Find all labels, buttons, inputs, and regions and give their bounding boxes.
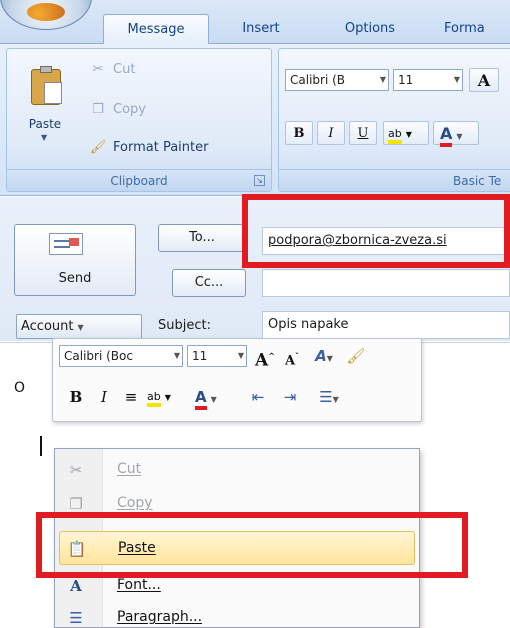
chevron-down-icon: ▼: [210, 395, 217, 404]
subject-label: Subject:: [158, 318, 211, 333]
grow-font-button[interactable]: A: [469, 68, 499, 92]
underline-button[interactable]: U: [349, 121, 377, 145]
cc-button[interactable]: Cc...: [172, 269, 246, 297]
clipboard-group: Paste ▼ ✂ Cut ❐ Copy 🖌 Format Painter Clipb…: [6, 48, 272, 192]
tab-insert[interactable]: Insert: [226, 14, 296, 44]
highlight-button[interactable]: ab ▼: [383, 121, 429, 145]
mini-font-color-button[interactable]: A ▼: [195, 385, 237, 410]
paste-highlight: [36, 512, 468, 578]
mini-bold-button[interactable]: B: [65, 385, 87, 409]
menu-item-cut[interactable]: ✂ Cut: [59, 453, 415, 487]
font-name-combo[interactable]: Calibri (B ▼: [285, 69, 389, 91]
font-icon: A: [70, 577, 82, 595]
tab-format[interactable]: Forma: [444, 14, 510, 44]
basic-text-group-label: Basic Te: [279, 169, 510, 191]
italic-button[interactable]: I: [317, 121, 345, 145]
cut-button[interactable]: ✂ Cut: [89, 59, 136, 81]
format-painter-button[interactable]: 🖌 Format Painter: [89, 137, 209, 159]
tab-message[interactable]: Message: [103, 14, 209, 45]
send-envelope-icon: [49, 233, 83, 255]
align-center-icon[interactable]: ≡: [119, 385, 143, 409]
ribbon: Paste ▼ ✂ Cut ❐ Copy 🖌 Format Painter Clipb…: [0, 44, 510, 196]
text-effects-icon[interactable]: A▼: [309, 344, 339, 368]
mini-shrink-font-button[interactable]: Aˇ: [281, 344, 303, 368]
send-button[interactable]: Send: [14, 224, 136, 296]
tab-options[interactable]: Options: [322, 14, 418, 44]
chevron-down-icon: ▼: [237, 351, 244, 360]
scissors-icon: ✂: [92, 62, 104, 77]
chevron-down-icon: ▼: [379, 75, 386, 84]
decrease-indent-icon[interactable]: ⇤: [245, 385, 271, 409]
chevron-down-icon: ▼: [453, 75, 460, 84]
ribbon-tab-strip: Message Insert Options Forma: [0, 0, 510, 45]
mini-grow-font-button[interactable]: A^: [253, 344, 277, 371]
chevron-down-icon: ▼: [41, 133, 48, 142]
text-cursor: [40, 436, 42, 456]
copy-icon: ❐: [69, 495, 83, 513]
mini-italic-button[interactable]: I: [93, 385, 115, 409]
increase-indent-icon[interactable]: ⇥: [277, 385, 303, 409]
clipboard-group-label: Clipboard: [7, 169, 271, 191]
chevron-down-icon: ▼: [456, 132, 463, 141]
chevron-down-icon: ▼: [173, 351, 180, 360]
chevron-down-icon: ▼: [77, 323, 84, 332]
paragraph-icon: ☰: [69, 609, 83, 627]
copy-icon: ❐: [92, 102, 104, 117]
chevron-down-icon: ▼: [405, 130, 412, 139]
bullets-icon[interactable]: ☰▼: [309, 385, 349, 409]
cc-field[interactable]: [262, 269, 510, 297]
to-button[interactable]: To...: [158, 224, 246, 252]
paste-button[interactable]: Paste ▼: [15, 63, 75, 143]
mini-size-combo[interactable]: 11 ▼: [187, 345, 247, 367]
body-text: O: [14, 380, 26, 396]
dialog-launcher-icon[interactable]: ↘: [254, 175, 265, 186]
font-size-combo[interactable]: 11 ▼: [393, 69, 463, 91]
paintbrush-icon[interactable]: 🖌: [345, 344, 367, 368]
subject-field[interactable]: Opis napake: [262, 311, 510, 339]
mini-font-combo[interactable]: Calibri (Boc ▼: [59, 345, 183, 367]
copy-button[interactable]: ❐ Copy: [89, 99, 146, 121]
office-orb-icon[interactable]: [0, 0, 92, 30]
font-color-button[interactable]: A ▼: [433, 121, 479, 147]
chevron-down-icon: ▼: [164, 393, 171, 402]
mini-highlight-button[interactable]: ab ▼: [147, 385, 189, 409]
to-field-highlight: [242, 194, 510, 268]
paintbrush-icon: 🖌: [89, 140, 107, 155]
mini-toolbar: Calibri (Boc ▼ 11 ▼ A^ Aˇ A▼ 🖌 B I ≡ ab ▼ A…: [52, 338, 422, 422]
account-button[interactable]: Account ▼: [16, 314, 142, 339]
paste-label: Paste: [28, 117, 62, 131]
scissors-icon: ✂: [69, 461, 83, 479]
bold-button[interactable]: B: [285, 121, 313, 145]
clipboard-icon: [31, 66, 62, 105]
menu-item-paragraph[interactable]: ☰ Paragraph...: [59, 601, 415, 628]
basic-text-group: Calibri (B ▼ 11 ▼ A B I U ab ▼ A ▼ Basic Te: [278, 48, 510, 192]
